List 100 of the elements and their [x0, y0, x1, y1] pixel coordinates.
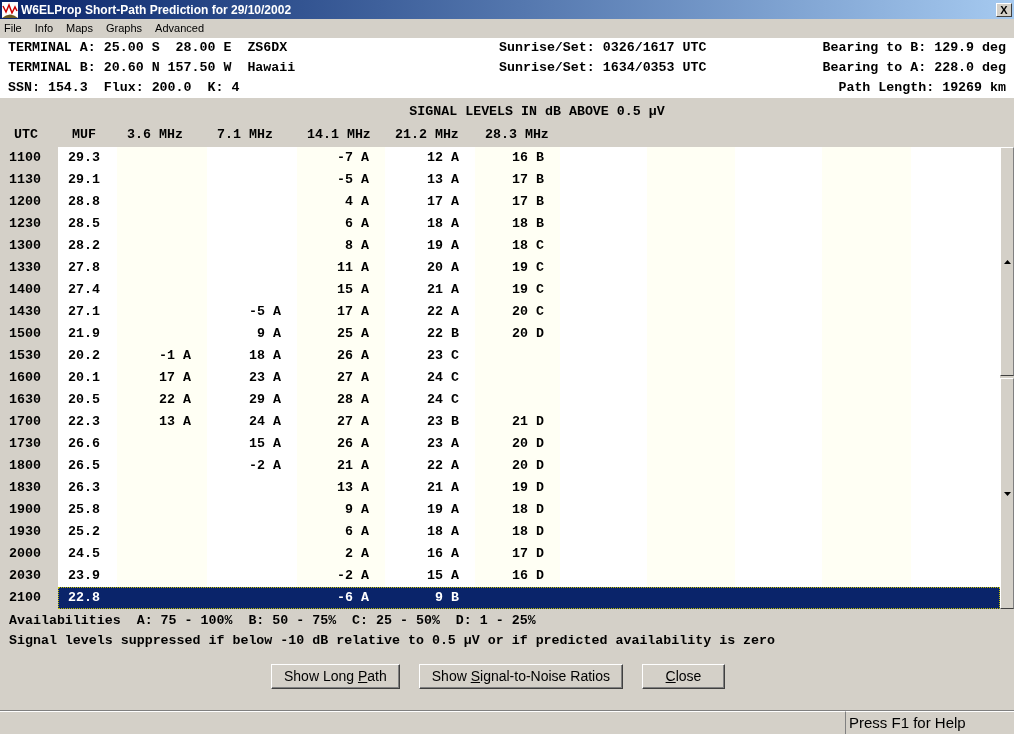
utc-cell: 1830 — [9, 480, 41, 496]
column-header: 7.1 MHz — [217, 126, 273, 142]
signal-cell-text: 12 A — [427, 149, 459, 168]
signal-cell-text: 2 A — [345, 545, 369, 564]
signal-cell-text: 18 A — [427, 523, 459, 542]
up-arrow-icon — [1003, 259, 1011, 264]
signal-cell-text: 6 A — [345, 215, 369, 234]
signal-cell-text: 22 A — [427, 457, 459, 476]
utc-cell: 1330 — [9, 260, 41, 276]
signal-cell-text: -5 A — [337, 171, 369, 190]
signal-cell-text: 24 A — [249, 413, 281, 432]
signal-cell-text: 19 C — [512, 281, 544, 300]
muf-cell: 28.2 — [68, 238, 100, 254]
signal-cell-text: 9 A — [257, 325, 281, 344]
muf-cell: 28.8 — [68, 194, 100, 210]
signal-cell-text: 19 A — [427, 501, 459, 520]
signal-cell-text: 15 A — [337, 281, 369, 300]
muf-cell: 26.5 — [68, 458, 100, 474]
muf-cell: 27.4 — [68, 282, 100, 298]
utc-cell: 1600 — [9, 370, 41, 386]
signal-cell-text: 18 C — [512, 237, 544, 256]
header-text: SSN: 154.3 Flux: 200.0 K: 4 — [8, 79, 241, 98]
header-text: TERMINAL A: 25.00 S 28.00 E ZS6DX — [8, 39, 289, 58]
signal-cell-text: 15 A — [427, 567, 459, 586]
utc-cell: 2000 — [9, 546, 41, 562]
signal-cell-text: 4 A — [345, 193, 369, 212]
signal-cell-text: 29 A — [249, 391, 281, 410]
dialog-button[interactable]: Close — [642, 664, 725, 689]
signal-cell-text: 13 A — [159, 413, 191, 432]
signal-cell-text: -1 A — [159, 347, 191, 366]
signal-cell-text: 23 B — [427, 413, 459, 432]
signal-cell-text: 17 B — [512, 171, 544, 190]
dialog-button[interactable]: Show Signal-to-Noise Ratios — [418, 664, 623, 689]
signal-cell-text: 26 A — [337, 347, 369, 366]
utc-cell: 1400 — [9, 282, 41, 298]
signal-cell-text: 21 D — [512, 413, 544, 432]
signal-cell-text: 16 D — [512, 567, 544, 586]
signal-cell-text: -6 A — [337, 589, 369, 608]
signal-cell-text: 27 A — [337, 369, 369, 388]
window-close-button[interactable]: X — [996, 2, 1012, 17]
signal-cell-text: -5 A — [249, 303, 281, 322]
signal-cell-text: 17 A — [159, 369, 191, 388]
signal-cell-text: 15 A — [249, 435, 281, 454]
menu-item[interactable]: File — [4, 20, 22, 37]
menu-item[interactable]: Graphs — [106, 20, 143, 37]
scroll-up-button[interactable] — [1000, 147, 1014, 376]
signal-cell-text: 27 A — [337, 413, 369, 432]
muf-cell: 22.8 — [68, 590, 100, 606]
signal-cell-text: 21 A — [337, 457, 369, 476]
muf-cell: 20.1 — [68, 370, 100, 386]
menu-item[interactable]: Info — [34, 20, 54, 37]
header-text: Bearing to A: 228.0 deg — [822, 59, 1006, 78]
selected-row-highlight[interactable]: 22.8 -6 A 9 B — [58, 587, 1000, 609]
signal-cell-text: 9 A — [345, 501, 369, 520]
signal-cell-text: 21 A — [427, 479, 459, 498]
utc-cell: 1530 — [9, 348, 41, 364]
muf-cell: 29.3 — [68, 150, 100, 166]
dialog-button[interactable]: Show Long Path — [271, 664, 400, 689]
signal-cell-text: 20 D — [512, 457, 544, 476]
signal-cell-text: 19 A — [427, 237, 459, 256]
header-text: TERMINAL B: 20.60 N 157.50 W Hawaii — [8, 59, 297, 78]
utc-cell: 1700 — [9, 414, 41, 430]
muf-cell: 20.2 — [68, 348, 100, 364]
utc-cell: 2100 — [9, 590, 41, 606]
header-text: Path Length: 19269 km — [838, 79, 1006, 98]
utc-cell: 1430 — [9, 304, 41, 320]
signal-cell-text: 18 D — [512, 523, 544, 542]
muf-cell: 27.1 — [68, 304, 100, 320]
signal-cell-text: 20 D — [512, 325, 544, 344]
note-text: Availabilities A: 75 - 100% B: 50 - 75% C: 25 - 50% D: 1 - 25% — [9, 612, 537, 630]
menu-item[interactable]: Advanced — [155, 20, 204, 37]
signal-cell-text: 22 B — [427, 325, 459, 344]
sunrise-text: Sunrise/Set: 0326/1617 UTC — [499, 39, 708, 58]
muf-cell: 29.1 — [68, 172, 100, 188]
table-title: SIGNAL LEVELS IN dB ABOVE 0.5 µV — [409, 103, 665, 122]
column-header: 14.1 MHz — [307, 126, 371, 142]
down-arrow-icon — [1003, 491, 1011, 496]
signal-cell-text: -2 A — [337, 567, 369, 586]
muf-cell: 28.5 — [68, 216, 100, 232]
signal-cell-text: 13 A — [337, 479, 369, 498]
signal-cell-text: -7 A — [337, 149, 369, 168]
muf-cell: 26.6 — [68, 436, 100, 452]
signal-cell-text: 17 A — [427, 193, 459, 212]
signal-cell-text: -2 A — [249, 457, 281, 476]
signal-cell-text: 13 A — [427, 171, 459, 190]
signal-cell-text: 17 B — [512, 193, 544, 212]
signal-cell-text: 20 A — [427, 259, 459, 278]
utc-cell: 1730 — [9, 436, 41, 452]
muf-cell: 26.3 — [68, 480, 100, 496]
signal-cell-text: 19 C — [512, 259, 544, 278]
muf-cell: 25.2 — [68, 524, 100, 540]
utc-cell: 1630 — [9, 392, 41, 408]
signal-cell-text: 17 A — [337, 303, 369, 322]
utc-cell: 1300 — [9, 238, 41, 254]
signal-cell-text: 22 A — [427, 303, 459, 322]
signal-cell-text: 28 A — [337, 391, 369, 410]
scroll-down-button[interactable] — [1000, 378, 1014, 609]
signal-cell-text: 23 A — [249, 369, 281, 388]
utc-cell: 1230 — [9, 216, 41, 232]
menu-item[interactable]: Maps — [66, 20, 93, 37]
